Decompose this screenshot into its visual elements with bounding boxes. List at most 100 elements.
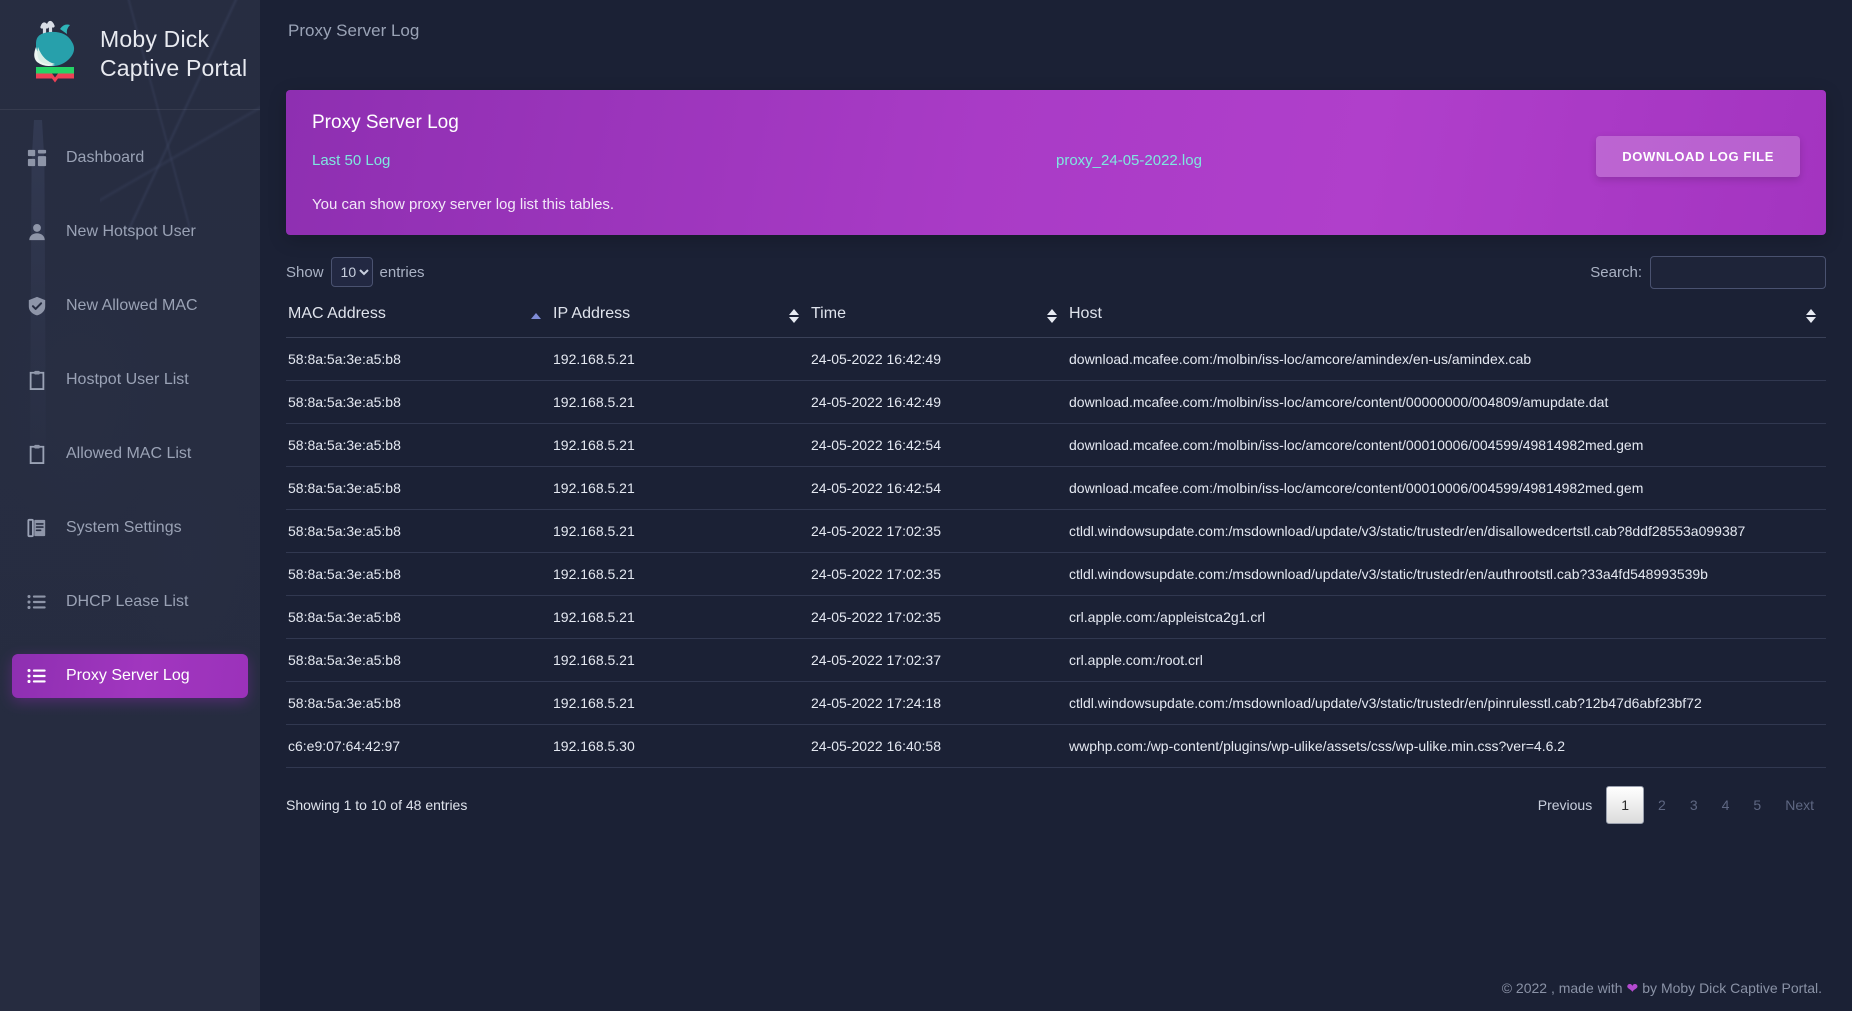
cell-ip: 192.168.5.21 — [551, 380, 809, 424]
pagination-next[interactable]: Next — [1773, 789, 1826, 821]
brand[interactable]: Moby Dick Captive Portal — [0, 0, 260, 110]
sidebar-item-label: New Hotspot User — [66, 223, 196, 240]
cell-mac: 58:8a:5a:3e:a5:b8 — [286, 337, 551, 381]
cell-host: ctldl.windowsupdate.com:/msdownload/upda… — [1067, 552, 1826, 596]
cell-mac: 58:8a:5a:3e:a5:b8 — [286, 380, 551, 424]
column-label: Time — [811, 305, 846, 322]
column-header-time[interactable]: Time — [809, 295, 1067, 338]
table-row: 58:8a:5a:3e:a5:b8 192.168.5.21 24-05-2022 … — [286, 423, 1826, 467]
table-header-row: MAC Address IP Address Time Host — [286, 295, 1826, 338]
proxy-log-table: MAC Address IP Address Time Host 58:8a:5… — [286, 295, 1826, 768]
cell-time: 24-05-2022 17:02:37 — [809, 638, 1067, 682]
table-head: MAC Address IP Address Time Host — [286, 295, 1826, 338]
table-row: 58:8a:5a:3e:a5:b8 192.168.5.21 24-05-2022 … — [286, 681, 1826, 725]
cell-host: ctldl.windowsupdate.com:/msdownload/upda… — [1067, 509, 1826, 553]
pagination-page-3[interactable]: 3 — [1678, 789, 1710, 821]
pagination-page-5[interactable]: 5 — [1741, 789, 1773, 821]
cell-mac: 58:8a:5a:3e:a5:b8 — [286, 423, 551, 467]
footer-suffix: by Moby Dick Captive Portal. — [1642, 980, 1822, 996]
sidebar-item-new-allowed-mac[interactable]: New Allowed MAC — [12, 284, 248, 328]
header-card: Proxy Server Log Last 50 Log proxy_24-05… — [286, 90, 1826, 235]
search-control: Search: — [1590, 255, 1826, 289]
sidebar-item-new-hotspot-user[interactable]: New Hotspot User — [12, 210, 248, 254]
sort-both-icon — [789, 309, 799, 323]
sidebar-item-label: Dashboard — [66, 149, 145, 166]
cell-mac: c6:e9:07:64:42:97 — [286, 724, 551, 768]
sidebar-item-hostpot-user-list[interactable]: Hostpot User List — [12, 358, 248, 402]
cell-mac: 58:8a:5a:3e:a5:b8 — [286, 595, 551, 639]
cell-time: 24-05-2022 16:42:49 — [809, 337, 1067, 381]
sidebar-item-label: Hostpot User List — [66, 371, 189, 388]
cell-host: download.mcafee.com:/molbin/iss-loc/amco… — [1067, 337, 1826, 381]
column-header-host[interactable]: Host — [1067, 295, 1826, 338]
cell-host: download.mcafee.com:/molbin/iss-loc/amco… — [1067, 380, 1826, 424]
shield-check-icon — [26, 295, 48, 317]
table-row: 58:8a:5a:3e:a5:b8 192.168.5.21 24-05-2022 … — [286, 466, 1826, 510]
download-log-file-button[interactable]: DOWNLOAD LOG FILE — [1596, 136, 1800, 177]
pagination-previous[interactable]: Previous — [1526, 789, 1604, 821]
brand-title: Moby Dick Captive Portal — [100, 25, 247, 81]
list-icon — [26, 591, 48, 613]
cell-time: 24-05-2022 16:40:58 — [809, 724, 1067, 768]
sidebar-item-proxy-server-log[interactable]: Proxy Server Log — [12, 654, 248, 698]
column-header-ip-address[interactable]: IP Address — [551, 295, 809, 338]
sidebar-item-system-settings[interactable]: System Settings — [12, 506, 248, 550]
cell-ip: 192.168.5.21 — [551, 337, 809, 381]
cell-mac: 58:8a:5a:3e:a5:b8 — [286, 638, 551, 682]
table-info: Showing 1 to 10 of 48 entries — [286, 797, 468, 813]
sidebar-item-label: System Settings — [66, 519, 182, 536]
cell-ip: 192.168.5.21 — [551, 552, 809, 596]
last-50-log-link[interactable]: Last 50 Log — [312, 152, 390, 169]
cell-ip: 192.168.5.21 — [551, 638, 809, 682]
cell-ip: 192.168.5.21 — [551, 681, 809, 725]
page-title: Proxy Server Log — [288, 21, 420, 40]
heart-icon: ❤ — [1626, 979, 1639, 996]
cell-ip: 192.168.5.21 — [551, 509, 809, 553]
sidebar-item-label: New Allowed MAC — [66, 297, 198, 314]
cell-mac: 58:8a:5a:3e:a5:b8 — [286, 466, 551, 510]
log-file-name-link[interactable]: proxy_24-05-2022.log — [1056, 152, 1202, 169]
table-row: 58:8a:5a:3e:a5:b8 192.168.5.21 24-05-2022 … — [286, 380, 1826, 424]
search-label: Search: — [1590, 263, 1642, 281]
cell-host: wwphp.com:/wp-content/plugins/wp-ulike/a… — [1067, 724, 1826, 768]
pagination-page-1[interactable]: 1 — [1606, 786, 1645, 824]
pagination-page-2[interactable]: 2 — [1646, 789, 1678, 821]
content-area: Proxy Server Log Last 50 Log proxy_24-05… — [260, 62, 1852, 824]
page-length-control: Show 10 25 50 100 entries — [286, 257, 425, 287]
page-length-select[interactable]: 10 25 50 100 — [330, 257, 373, 287]
header-meta-left: Last 50 Log — [312, 152, 1056, 180]
cell-host: crl.apple.com:/root.crl — [1067, 638, 1826, 682]
dashboard-icon — [26, 147, 48, 169]
datatable-controls: Show 10 25 50 100 entries Search: — [286, 249, 1826, 295]
cell-host: download.mcafee.com:/molbin/iss-loc/amco… — [1067, 423, 1826, 467]
table-row: 58:8a:5a:3e:a5:b8 192.168.5.21 24-05-2022 … — [286, 509, 1826, 553]
sidebar-item-label: DHCP Lease List — [66, 593, 189, 610]
search-input[interactable] — [1650, 255, 1826, 289]
clipboard-icon — [26, 443, 48, 465]
user-icon — [26, 221, 48, 243]
column-header-mac-address[interactable]: MAC Address — [286, 295, 551, 338]
list-icon — [26, 665, 48, 687]
sidebar-item-dashboard[interactable]: Dashboard — [12, 136, 248, 180]
sidebar-item-dhcp-lease-list[interactable]: DHCP Lease List — [12, 580, 248, 624]
cell-host: ctldl.windowsupdate.com:/msdownload/upda… — [1067, 681, 1826, 725]
main-content: Proxy Server Log Proxy Server Log Last 5… — [260, 0, 1852, 1011]
cell-ip: 192.168.5.21 — [551, 466, 809, 510]
header-card-description: You can show proxy server log list this … — [312, 196, 615, 213]
datatable: Show 10 25 50 100 entries Search: — [286, 235, 1826, 824]
pagination-page-4[interactable]: 4 — [1710, 789, 1742, 821]
table-body: 58:8a:5a:3e:a5:b8 192.168.5.21 24-05-2022 … — [286, 337, 1826, 768]
cell-time: 24-05-2022 16:42:54 — [809, 423, 1067, 467]
sidebar-nav: Dashboard New Hotspot User New Allowed M… — [0, 110, 260, 698]
table-row: 58:8a:5a:3e:a5:b8 192.168.5.21 24-05-2022 … — [286, 595, 1826, 639]
documents-icon — [26, 517, 48, 539]
cell-mac: 58:8a:5a:3e:a5:b8 — [286, 509, 551, 553]
sidebar-item-allowed-mac-list[interactable]: Allowed MAC List — [12, 432, 248, 476]
cell-ip: 192.168.5.21 — [551, 423, 809, 467]
cell-mac: 58:8a:5a:3e:a5:b8 — [286, 552, 551, 596]
